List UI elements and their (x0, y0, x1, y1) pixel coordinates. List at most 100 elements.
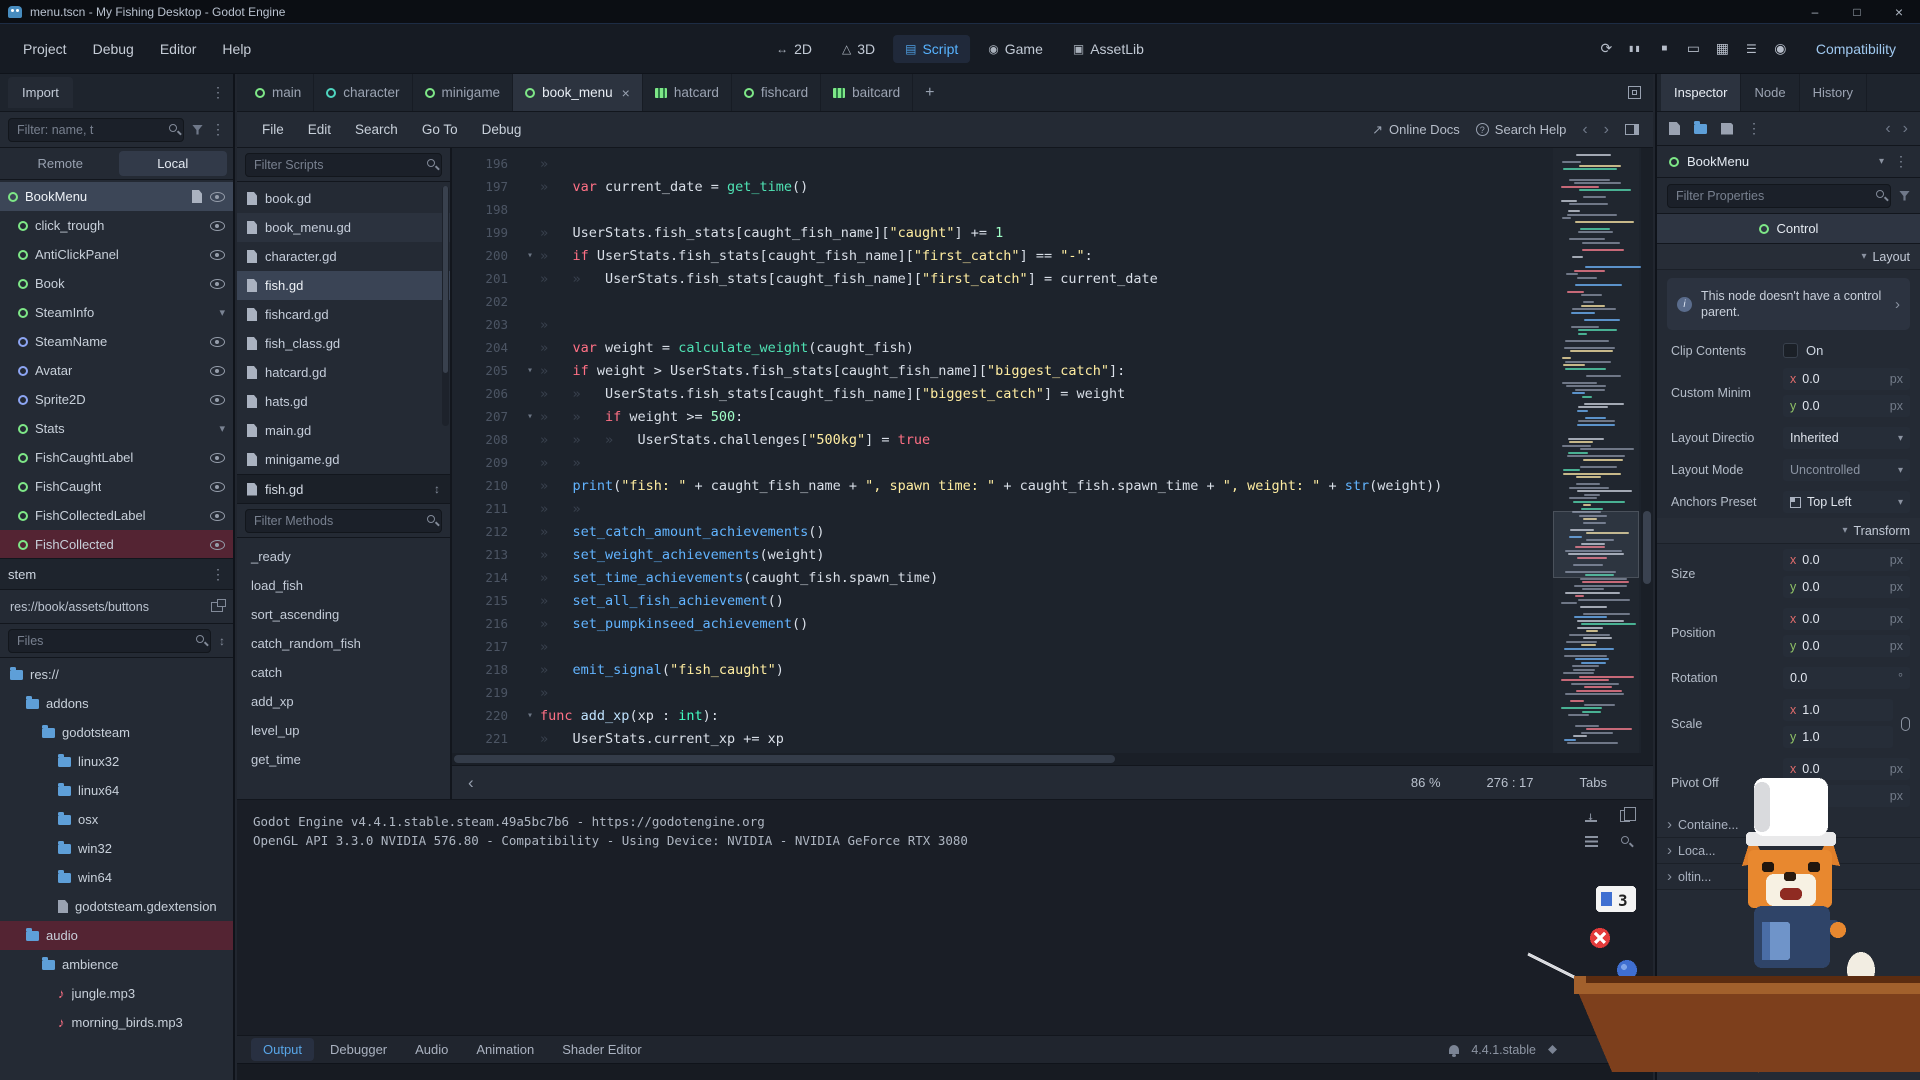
line-number[interactable]: 213 (452, 547, 520, 562)
line-number[interactable]: 200 (452, 248, 520, 263)
code-line[interactable]: 214set_time_achievements(caught_fish.spa… (452, 566, 1549, 589)
remote-tab[interactable]: Remote (6, 151, 115, 176)
sort-files-icon[interactable] (219, 634, 225, 648)
scene-node-FishCaughtLabel[interactable]: FishCaughtLabel (0, 443, 233, 472)
line-number[interactable]: 202 (452, 294, 520, 309)
line-number[interactable]: 215 (452, 593, 520, 608)
bottom-tab-debugger[interactable]: Debugger (318, 1038, 399, 1061)
history-forward-icon[interactable] (1903, 120, 1908, 138)
minimap-viewport[interactable] (1553, 511, 1639, 578)
visibility-eye-icon[interactable] (210, 482, 225, 492)
filesystem-options-icon[interactable] (211, 566, 225, 583)
scene-tab-main[interactable]: main (243, 74, 314, 111)
monitor-button[interactable] (1680, 36, 1707, 62)
clip-contents-checkbox[interactable] (1783, 343, 1798, 358)
code-line[interactable]: 196 (452, 152, 1549, 175)
script-item-book_menu-gd[interactable]: book_menu.gd (237, 213, 450, 242)
script-menu-edit[interactable]: Edit (297, 116, 342, 143)
position-y-field[interactable]: 0.0px (1783, 635, 1910, 657)
code-line[interactable]: 217 (452, 635, 1549, 658)
line-number[interactable]: 201 (452, 271, 520, 286)
fs-entry-win64[interactable]: win64 (0, 863, 233, 892)
filesystem-dock-label[interactable]: stem (8, 567, 36, 582)
line-number[interactable]: 211 (452, 501, 520, 516)
class-header[interactable]: Control (1657, 214, 1920, 244)
bottom-tab-animation[interactable]: Animation (464, 1038, 546, 1061)
tab-import[interactable]: Import (8, 77, 73, 108)
fs-entry-morning-birds-mp3[interactable]: morning_birds.mp3 (0, 1008, 233, 1037)
horizontal-scrollbar-handle[interactable] (454, 755, 1115, 763)
layout-mode-dropdown[interactable]: Uncontrolled (1783, 459, 1910, 481)
line-number[interactable]: 207 (452, 409, 520, 424)
visibility-eye-icon[interactable] (210, 453, 225, 463)
filter-methods-input[interactable] (245, 509, 442, 533)
scene-filter-input[interactable] (8, 118, 184, 142)
code-line[interactable]: 211 (452, 497, 1549, 520)
layout-warning[interactable]: This node doesn't have a control parent. (1667, 278, 1910, 330)
link-scale-icon[interactable] (1901, 717, 1910, 731)
workspace-3d[interactable]: 3D (830, 35, 887, 63)
scene-tab-baitcard[interactable]: baitcard (821, 74, 913, 111)
code-editor[interactable]: 196197var current_date = get_time()19819… (452, 148, 1653, 753)
fold-arrow-icon[interactable] (520, 710, 540, 721)
filter-options-icon[interactable] (192, 125, 203, 135)
line-number[interactable]: 220 (452, 708, 520, 723)
line-number[interactable]: 221 (452, 731, 520, 746)
script-item-main-gd[interactable]: main.gd (237, 416, 450, 445)
save-resource-icon[interactable] (1721, 123, 1733, 135)
scene-node-BookMenu[interactable]: BookMenu (0, 182, 233, 211)
scale-x-field[interactable]: 1.0 (1783, 699, 1893, 721)
section-layout[interactable]: Layout (1657, 244, 1920, 270)
line-number[interactable]: 203 (452, 317, 520, 332)
scene-node-AntiClickPanel[interactable]: AntiClickPanel (0, 240, 233, 269)
method-item-catch_random_fish[interactable]: catch_random_fish (237, 629, 450, 658)
method-item-add_xp[interactable]: add_xp (237, 687, 450, 716)
fold-arrow-icon[interactable] (520, 365, 540, 376)
restart-button[interactable] (1593, 36, 1620, 62)
distraction-free-icon[interactable] (1628, 86, 1641, 99)
fs-entry-jungle-mp3[interactable]: jungle.mp3 (0, 979, 233, 1008)
workspace-script[interactable]: Script (893, 35, 970, 63)
line-number[interactable]: 218 (452, 662, 520, 677)
local-tab[interactable]: Local (119, 151, 228, 176)
code-line[interactable]: 213set_weight_achievements(weight) (452, 543, 1549, 566)
horizontal-scrollbar[interactable] (452, 753, 1653, 765)
visibility-eye-icon[interactable] (210, 250, 225, 260)
code-line[interactable]: 204var weight = calculate_weight(caught_… (452, 336, 1549, 359)
scale-y-field[interactable]: 1.0 (1783, 726, 1893, 748)
method-item-catch[interactable]: catch (237, 658, 450, 687)
size-x-field[interactable]: 0.0px (1783, 549, 1910, 571)
scene-node-Sprite2D[interactable]: Sprite2D (0, 385, 233, 414)
fs-entry-ambience[interactable]: ambience (0, 950, 233, 979)
script-back-icon[interactable] (1582, 121, 1587, 139)
property-filter-icon[interactable] (1899, 191, 1910, 201)
layout-direction-dropdown[interactable]: Inherited (1783, 427, 1910, 449)
scene-node-SteamName[interactable]: SteamName (0, 327, 233, 356)
visibility-eye-icon[interactable] (210, 540, 225, 550)
object-options-icon[interactable] (1894, 153, 1908, 170)
script-list-scrollbar[interactable] (442, 186, 449, 426)
script-menu-go-to[interactable]: Go To (411, 116, 469, 143)
anchors-preset-dropdown[interactable]: Top Left (1783, 491, 1910, 513)
scene-node-FishCollected[interactable]: FishCollected (0, 530, 233, 558)
bottom-tab-audio[interactable]: Audio (403, 1038, 460, 1061)
scene-tab-character[interactable]: character (314, 74, 412, 111)
vertical-scrollbar[interactable] (1641, 148, 1653, 753)
visibility-eye-icon[interactable] (210, 279, 225, 289)
script-item-hatcard-gd[interactable]: hatcard.gd (237, 358, 450, 387)
close-button[interactable] (1878, 0, 1920, 23)
fs-entry-audio[interactable]: audio (0, 921, 233, 950)
minimize-button[interactable] (1794, 0, 1836, 23)
desktop-pet-mascot[interactable]: 3 (1520, 770, 1920, 1080)
code-line[interactable]: 198 (452, 198, 1549, 221)
visibility-eye-icon[interactable] (210, 511, 225, 521)
line-number[interactable]: 217 (452, 639, 520, 654)
code-line[interactable]: 202 (452, 290, 1549, 313)
line-number[interactable]: 206 (452, 386, 520, 401)
fs-entry-godotsteam[interactable]: godotsteam (0, 718, 233, 747)
scene-node-FishCaught[interactable]: FishCaught (0, 472, 233, 501)
scene-tab-minigame[interactable]: minigame (413, 74, 514, 111)
renderer-select[interactable]: Compatibility (1806, 36, 1906, 62)
workspace-2d[interactable]: 2D (764, 35, 824, 63)
close-tab-icon[interactable] (622, 85, 630, 101)
